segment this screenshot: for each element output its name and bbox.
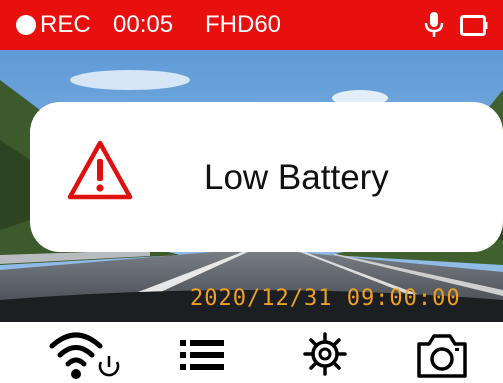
low-battery-alert: Low Battery [30, 102, 503, 252]
timestamp-overlay: 2020/12/31 09:00:00 [190, 286, 461, 311]
alert-message: Low Battery [204, 158, 389, 197]
camera-button[interactable] [414, 326, 470, 382]
settings-button[interactable] [300, 326, 350, 382]
video-resolution: FHD60 [205, 11, 282, 38]
bottom-toolbar [0, 322, 503, 383]
settings-gear-icon [303, 332, 347, 376]
dashcam-screen: REC 00:05 FHD60 Low Battery 2020/12/31 0… [0, 0, 503, 383]
battery-icon [460, 15, 488, 36]
recording-label: REC [40, 11, 91, 38]
warning-triangle-icon [66, 139, 134, 201]
status-bar: REC 00:05 FHD60 [0, 0, 503, 50]
microphone-icon [423, 11, 445, 39]
menu-button[interactable] [176, 326, 228, 382]
recording-timer: 00:05 [113, 11, 174, 38]
menu-list-icon [180, 340, 224, 370]
record-dot-icon [16, 15, 36, 35]
camera-icon [417, 334, 467, 378]
wifi-button[interactable] [46, 326, 122, 382]
wifi-power-icon [49, 332, 120, 379]
